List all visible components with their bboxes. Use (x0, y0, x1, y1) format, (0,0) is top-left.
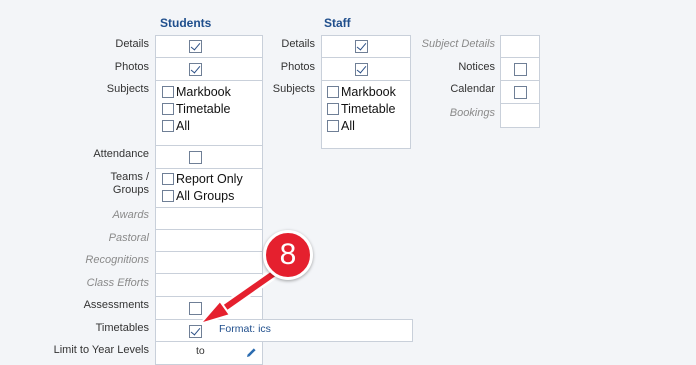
arrow-icon (199, 266, 282, 325)
step-number-badge: 8 (263, 230, 313, 280)
